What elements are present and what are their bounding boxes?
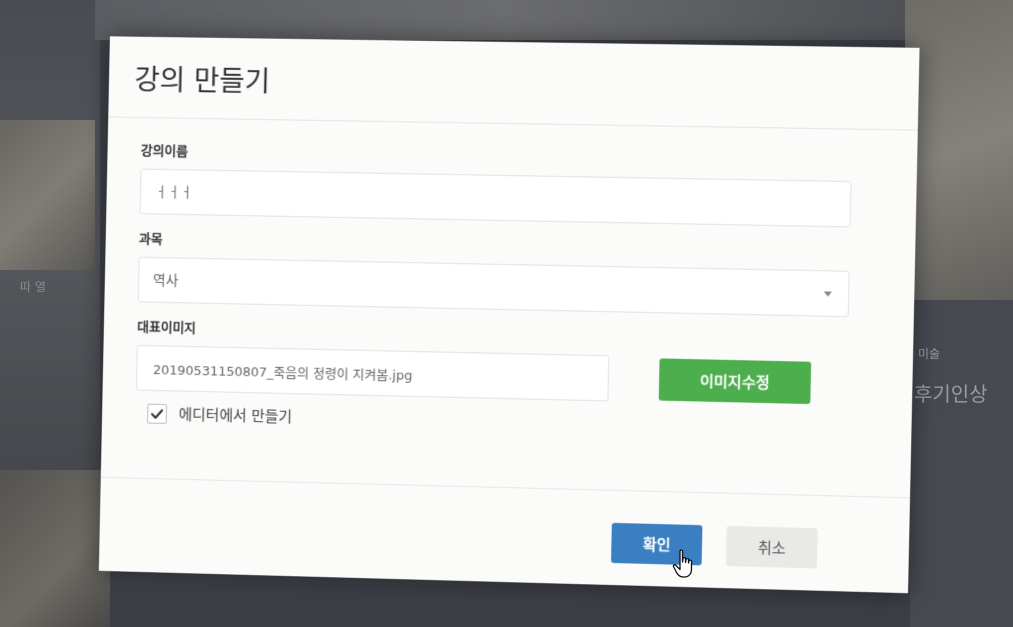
background-thumbnail <box>0 470 110 627</box>
hand-pointer-icon <box>672 549 693 578</box>
background-thumbnail <box>0 120 95 270</box>
subject-label: 과목 <box>138 231 163 248</box>
subject-select[interactable]: 역사 <box>137 256 850 318</box>
cancel-button[interactable]: 취소 <box>725 525 818 569</box>
cover-image-row: 20190531150807_죽음의 정령이 지켜봄.jpg 이미지수정 <box>135 344 872 408</box>
create-course-modal: 강의 만들기 강의이름 과목 역사 대표이미지 20190531150807_죽… <box>98 36 920 594</box>
cover-image-filename: 20190531150807_죽음의 정령이 지켜봄.jpg <box>135 344 610 402</box>
edit-image-button[interactable]: 이미지수정 <box>658 358 812 405</box>
background-bottom-strip <box>110 585 910 627</box>
background-card-title: 후기인상 <box>914 382 988 406</box>
modal-footer: 확인 취소 <box>610 522 818 569</box>
course-name-label: 강의이름 <box>140 143 189 160</box>
modal-title: 강의 만들기 <box>134 63 271 99</box>
subject-selected-value: 역사 <box>152 272 179 290</box>
background-card-category: 미술 <box>918 347 941 361</box>
background-label: 따 열 <box>20 280 46 294</box>
modal-body: 강의이름 과목 역사 대표이미지 20190531150807_죽음의 정령이 … <box>102 118 918 442</box>
cover-image-label: 대표이미지 <box>137 320 197 337</box>
caret-down-icon <box>823 291 832 297</box>
background-thumbnail <box>905 0 1013 300</box>
checkmark-icon <box>150 406 164 420</box>
footer-divider <box>100 476 911 499</box>
background-top-strip <box>95 0 915 40</box>
editor-checkbox[interactable] <box>147 403 168 424</box>
editor-checkbox-row[interactable]: 에디터에서 만들기 <box>135 402 871 440</box>
course-name-input[interactable] <box>139 168 852 228</box>
modal-header: 강의 만들기 <box>108 36 920 131</box>
editor-checkbox-label: 에디터에서 만들기 <box>178 405 293 426</box>
